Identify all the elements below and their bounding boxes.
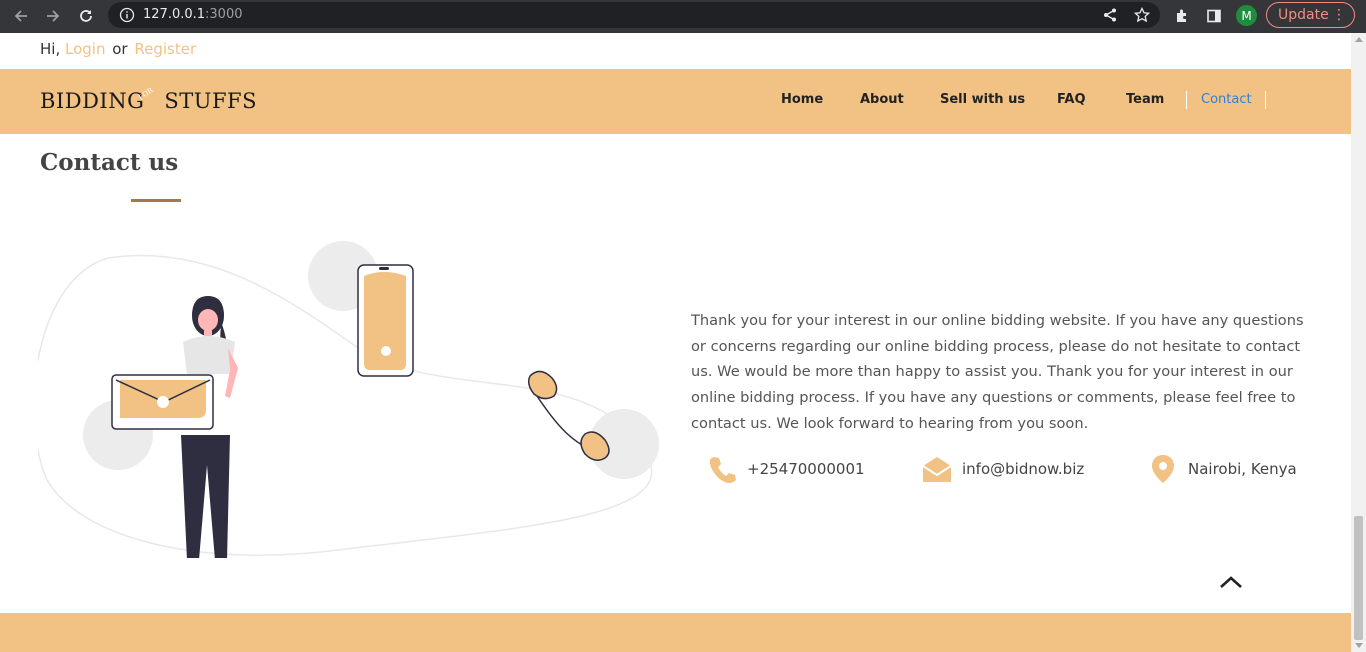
page-viewport: Hi, Login or Register BIDDING FOR STUFFS H… [0, 33, 1351, 652]
address-bar[interactable]: 127.0.0.1:3000 [108, 2, 1160, 28]
scroll-up-arrow-icon[interactable] [1355, 37, 1363, 42]
kebab-menu-icon[interactable]: ⋮ [1332, 6, 1346, 24]
or-text: or [112, 40, 128, 58]
nav-sell-with-us[interactable]: Sell with us [940, 92, 1025, 107]
nav-team[interactable]: Team [1126, 92, 1164, 107]
brand-word-1: BIDDING [40, 89, 145, 113]
page-title: Contact us [40, 149, 179, 176]
email-address: info@bidnow.biz [962, 460, 1085, 478]
map-pin-icon [1147, 453, 1179, 485]
envelope-open-icon [921, 453, 953, 485]
scrollbar-thumb[interactable] [1354, 516, 1363, 640]
nav-faq[interactable]: FAQ [1057, 92, 1086, 107]
reload-icon[interactable] [74, 4, 98, 28]
register-link[interactable]: Register [134, 40, 196, 58]
site-info-icon[interactable] [119, 7, 135, 23]
contact-illustration [38, 241, 659, 558]
profile-avatar[interactable]: M [1236, 5, 1257, 26]
contact-location[interactable]: Nairobi, Kenya [1147, 453, 1297, 485]
nav-separator-left [1186, 91, 1187, 109]
chevron-up-icon [1220, 576, 1242, 588]
page-scrollbar[interactable] [1351, 33, 1366, 652]
bookmark-star-icon[interactable] [1130, 3, 1154, 27]
forward-icon[interactable] [41, 4, 65, 28]
brand-word-2: STUFFS [164, 89, 257, 113]
extensions-icon[interactable] [1170, 4, 1194, 28]
side-panel-icon[interactable] [1202, 4, 1226, 28]
phone-icon [706, 453, 738, 485]
contact-email[interactable]: info@bidnow.biz [921, 453, 1084, 485]
nav-home[interactable]: Home [781, 92, 823, 107]
contact-phone[interactable]: +25470000001 [706, 453, 865, 485]
browser-toolbar: 127.0.0.1:3000 M Update ⋮ [0, 0, 1366, 33]
back-icon[interactable] [9, 4, 33, 28]
greeting-text: Hi, [40, 40, 61, 58]
location-text: Nairobi, Kenya [1188, 460, 1297, 478]
url-port: :3000 [205, 7, 243, 22]
share-icon[interactable] [1098, 3, 1122, 27]
update-button[interactable]: Update ⋮ [1266, 2, 1355, 28]
nav-separator-right [1265, 91, 1266, 109]
main-navbar: BIDDING FOR STUFFS Home About Sell with us… [0, 69, 1351, 134]
nav-contact[interactable]: Contact [1201, 92, 1252, 107]
login-link[interactable]: Login [65, 40, 105, 58]
back-to-top-button[interactable] [1218, 573, 1244, 591]
url-host: 127.0.0.1 [143, 7, 206, 22]
page-footer [0, 613, 1351, 652]
contact-description: Thank you for your interest in our onlin… [691, 312, 1304, 432]
scroll-down-arrow-icon[interactable] [1355, 643, 1363, 648]
title-underline [131, 199, 181, 202]
update-label: Update [1278, 7, 1329, 23]
auth-bar: Hi, Login or Register [40, 40, 196, 58]
url-text: 127.0.0.1:3000 [143, 6, 243, 24]
nav-about[interactable]: About [860, 92, 904, 107]
brand-logo[interactable]: BIDDING FOR STUFFS [40, 86, 257, 113]
phone-number: +25470000001 [747, 460, 865, 478]
